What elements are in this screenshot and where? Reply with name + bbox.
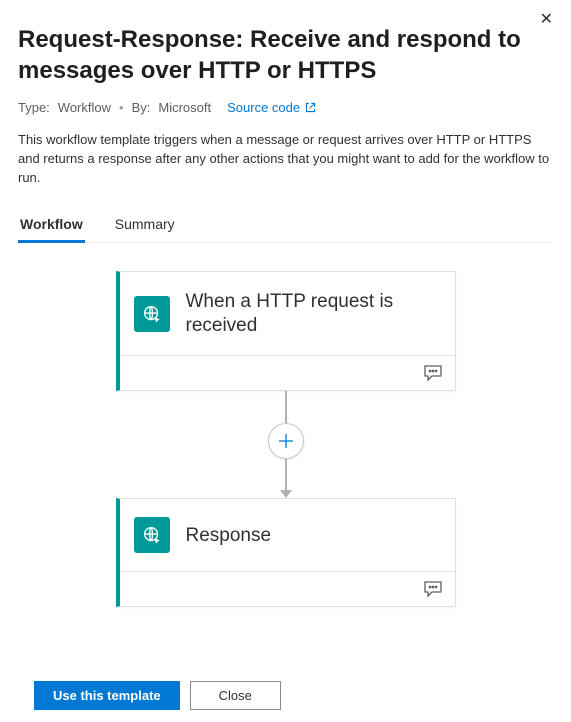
trigger-node-footer	[120, 355, 455, 390]
footer-bar: Use this template Close	[0, 681, 571, 710]
panel-content: Request-Response: Receive and respond to…	[0, 0, 571, 607]
connector-line	[285, 391, 287, 423]
arrow-down-icon	[280, 490, 292, 498]
tab-summary[interactable]: Summary	[113, 208, 177, 242]
response-node[interactable]: Response	[116, 498, 456, 607]
workflow-canvas: When a HTTP request is received	[18, 271, 553, 608]
separator-dot: •	[119, 100, 124, 115]
type-value: Workflow	[58, 100, 111, 115]
trigger-node-title: When a HTTP request is received	[186, 290, 435, 338]
http-globe-icon	[134, 517, 170, 553]
trigger-node[interactable]: When a HTTP request is received	[116, 271, 456, 392]
add-step-button[interactable]	[268, 423, 304, 459]
source-code-label: Source code	[227, 100, 300, 115]
by-value: Microsoft	[158, 100, 211, 115]
trigger-node-header: When a HTTP request is received	[120, 272, 455, 356]
template-description: This workflow template triggers when a m…	[18, 131, 553, 188]
type-label: Type:	[18, 100, 50, 115]
response-node-header: Response	[120, 499, 455, 571]
by-label: By:	[132, 100, 151, 115]
external-link-icon	[304, 101, 317, 114]
close-button[interactable]: Close	[190, 681, 281, 710]
response-node-title: Response	[186, 524, 272, 548]
tab-workflow[interactable]: Workflow	[18, 208, 85, 242]
comment-icon[interactable]	[423, 580, 443, 598]
comment-icon[interactable]	[423, 364, 443, 382]
http-globe-icon	[134, 296, 170, 332]
use-template-button[interactable]: Use this template	[34, 681, 180, 710]
connector	[268, 391, 304, 498]
connector-line	[285, 459, 287, 491]
tabs: Workflow Summary	[18, 208, 553, 243]
page-title: Request-Response: Receive and respond to…	[18, 24, 553, 86]
plus-icon	[277, 432, 295, 450]
response-node-footer	[120, 571, 455, 606]
source-code-link[interactable]: Source code	[227, 100, 317, 115]
close-icon[interactable]: ✕	[536, 8, 557, 32]
meta-row: Type: Workflow • By: Microsoft Source co…	[18, 100, 553, 115]
